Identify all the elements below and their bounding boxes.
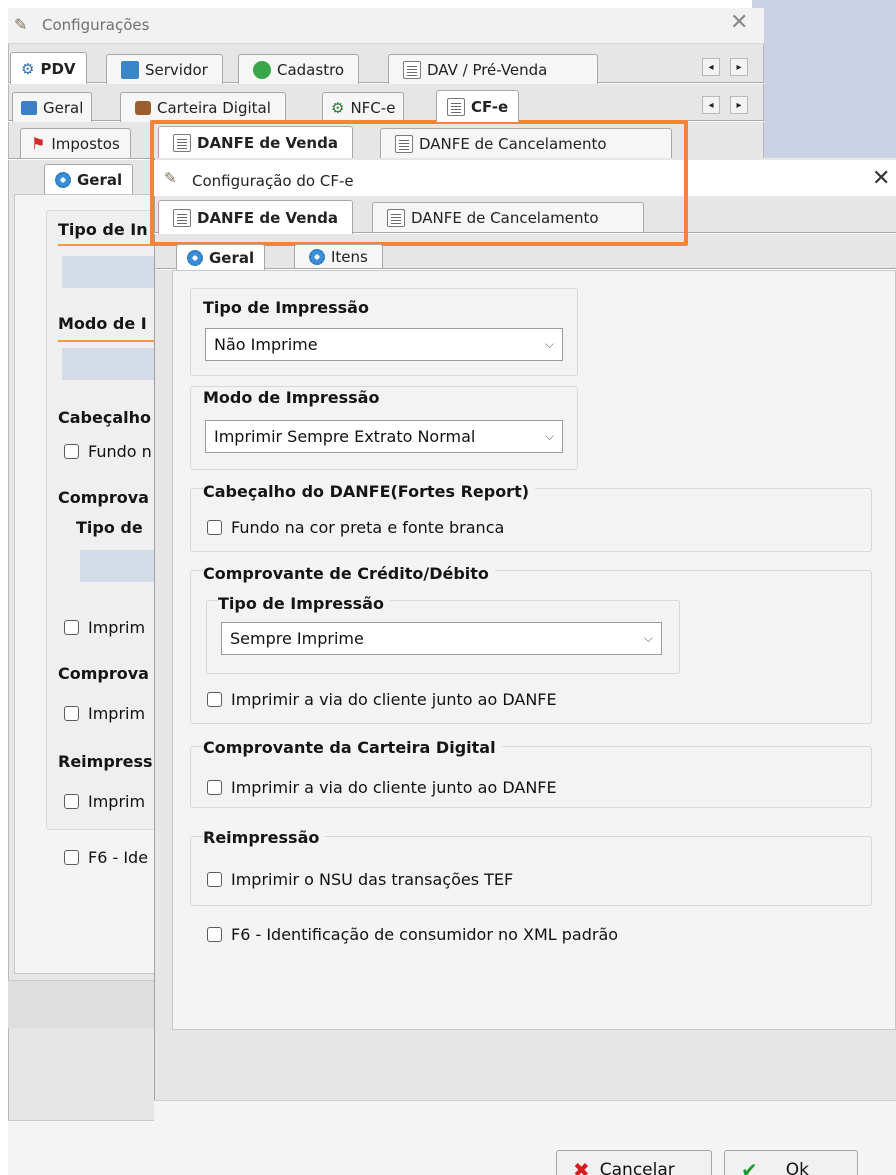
tab-scroll-right[interactable]: ▸ — [730, 58, 748, 76]
bg-footer-bottom — [8, 1120, 158, 1175]
chevron-down-icon: ⌵ — [643, 631, 653, 645]
label-modo-impressao: Modo de Impressão — [203, 388, 380, 407]
bg-underline — [58, 244, 154, 246]
bg-check[interactable]: Imprim — [64, 704, 145, 723]
label-tipo-impressao-credito: Tipo de Impressão — [218, 594, 390, 613]
gear-icon — [55, 171, 71, 188]
add-icon — [253, 60, 271, 79]
bg-footer — [8, 980, 158, 1028]
ok-button[interactable]: ✔ Ok — [724, 1150, 858, 1175]
checkbox[interactable] — [207, 927, 222, 942]
bg-label-comprovante: Comprova — [58, 488, 149, 507]
chevron-down-icon: ⌵ — [544, 429, 554, 443]
gear-icon — [187, 249, 203, 266]
bg-field — [62, 256, 154, 288]
chevron-down-icon: ⌵ — [544, 337, 554, 351]
modo-impressao-select[interactable]: Imprimir Sempre Extrato Normal ⌵ — [205, 420, 563, 453]
dialog-close-icon[interactable]: ✕ — [872, 166, 890, 191]
checkbox[interactable] — [207, 780, 222, 795]
check-via-cliente-carteira[interactable]: Imprimir a via do cliente junto ao DANFE — [207, 778, 557, 797]
document-icon — [173, 133, 191, 152]
subtab-scroll-left[interactable]: ◂ — [702, 96, 720, 114]
server-icon — [121, 60, 139, 79]
label-cabecalho: Cabeçalho do DANFE(Fortes Report) — [203, 482, 536, 501]
flag-icon: ⚑ — [31, 134, 46, 153]
bg-check[interactable]: F6 - Ide — [64, 848, 148, 867]
subtab-scroll-right[interactable]: ▸ — [730, 96, 748, 114]
checkbox[interactable] — [207, 692, 222, 707]
tab-cadastro[interactable]: Cadastro — [238, 54, 360, 84]
bg-check[interactable]: Imprim — [64, 618, 145, 637]
tab-cfe[interactable]: CF-e — [436, 90, 520, 122]
grid-icon — [21, 100, 37, 115]
bg-label-cabecalho: Cabeçalho — [58, 408, 151, 427]
document-icon — [173, 208, 191, 227]
app-icon: ✎ — [14, 15, 28, 34]
tab-geral[interactable]: Geral — [12, 92, 93, 122]
label-reimpressao: Reimpressão — [203, 828, 326, 847]
label-comprovante-credito: Comprovante de Crédito/Débito — [203, 564, 495, 583]
checkbox[interactable] — [207, 872, 222, 887]
check-fundo-preto[interactable]: Fundo na cor preta e fonte branca — [207, 518, 504, 537]
checkbox[interactable] — [207, 520, 222, 535]
tipo-impressao-credito-select[interactable]: Sempre Imprime ⌵ — [221, 622, 662, 655]
document-icon — [447, 97, 465, 116]
tab-danfe-venda[interactable]: DANFE de Venda — [158, 200, 353, 234]
label-comprovante-carteira: Comprovante da Carteira Digital — [203, 738, 502, 757]
window-close-icon[interactable]: ✕ — [730, 10, 748, 35]
bg-label-tipo2: Tipo de — [76, 518, 143, 537]
check-f6-consumidor[interactable]: F6 - Identificação de consumidor no XML … — [207, 925, 618, 944]
tab-servidor[interactable]: Servidor — [106, 54, 223, 84]
tab-dav[interactable]: DAV / Pré-Venda — [388, 54, 598, 84]
bg-label-modo: Modo de I — [58, 314, 147, 333]
tab-pdv[interactable]: ⚙ PDV — [10, 52, 87, 84]
bg-field — [80, 550, 154, 582]
bg-field — [62, 348, 154, 380]
desktop-background — [752, 0, 896, 158]
tab-nfce[interactable]: ⚙ NFC-e — [322, 92, 405, 122]
check-icon: ✔ — [741, 1158, 758, 1175]
tab-geral[interactable]: Geral — [176, 244, 266, 270]
nfce-icon: ⚙ — [331, 98, 345, 117]
bg-label-comprovante2: Comprova — [58, 664, 149, 683]
cancel-button[interactable]: ✖ Cancelar — [556, 1150, 712, 1175]
document-icon — [403, 60, 421, 79]
tab-itens[interactable]: Itens — [294, 244, 383, 268]
gear-icon — [309, 248, 325, 265]
tab-danfe-venda-bg[interactable]: DANFE de Venda — [158, 126, 353, 158]
bg-label-reimpressao: Reimpress — [58, 752, 153, 771]
bg-label-tipo: Tipo de In — [58, 220, 148, 239]
bg-underline — [58, 340, 154, 342]
wallet-icon — [135, 100, 151, 115]
cancel-icon: ✖ — [573, 1158, 590, 1175]
tab-carteira-digital[interactable]: Carteira Digital — [120, 92, 286, 122]
check-via-cliente-credito[interactable]: Imprimir a via do cliente junto ao DANFE — [207, 690, 557, 709]
tab-geral-bg[interactable]: Geral — [44, 164, 134, 194]
label-tipo-impressao: Tipo de Impressão — [203, 298, 369, 317]
check-nsu-tef[interactable]: Imprimir o NSU das transações TEF — [207, 870, 513, 889]
tab-impostos[interactable]: ⚑ Impostos — [20, 128, 131, 158]
window-title: Configurações — [42, 16, 150, 34]
tipo-impressao-select[interactable]: Não Imprime ⌵ — [205, 328, 563, 361]
tab-scroll-left[interactable]: ◂ — [702, 58, 720, 76]
bg-check[interactable]: Fundo n — [64, 442, 152, 461]
bg-check[interactable]: Imprim — [64, 792, 145, 811]
pdv-icon: ⚙ — [21, 59, 35, 78]
